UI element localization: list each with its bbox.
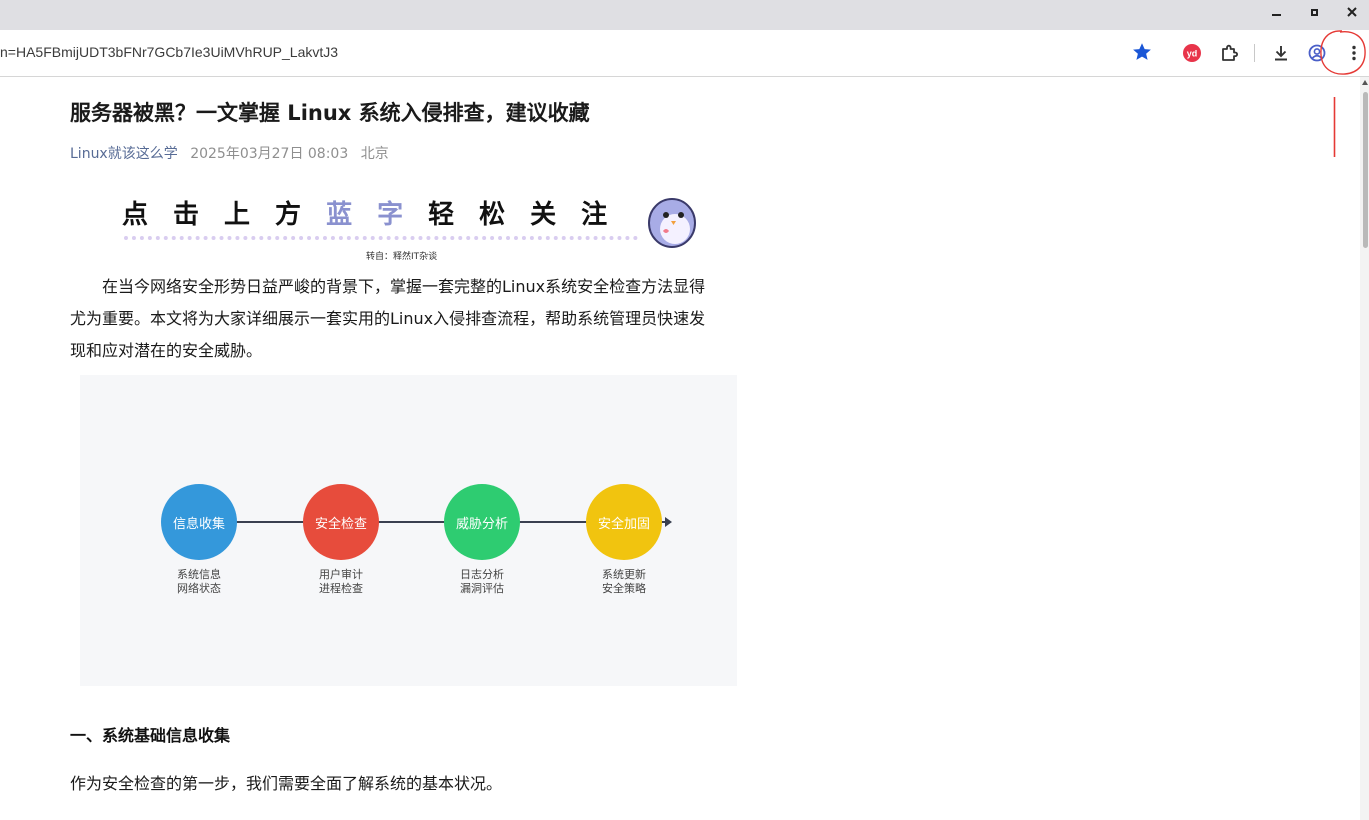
address-bar[interactable]: n=HA5FBmijUDT3bFNr7GCb7Ie3UiMVhRUP_Lakvt… bbox=[0, 35, 1166, 71]
flow-node-description: 系统信息 网络状态 bbox=[154, 568, 244, 596]
scroll-thumb[interactable] bbox=[1363, 92, 1368, 248]
intro-line: 尤为重要。本文将为大家详细展示一套实用的Linux入侵排查流程，帮助系统管理员快… bbox=[70, 309, 706, 328]
section-heading: 一、系统基础信息收集 bbox=[70, 726, 231, 745]
banner-char: 松 bbox=[479, 200, 531, 230]
url-text[interactable]: n=HA5FBmijUDT3bFNr7GCb7Ie3UiMVhRUP_Lakvt… bbox=[0, 44, 338, 60]
close-button[interactable] bbox=[1338, 2, 1366, 22]
flow-desc-line: 进程检查 bbox=[319, 582, 363, 595]
download-icon bbox=[1275, 46, 1287, 61]
flow-arrowhead bbox=[665, 517, 672, 527]
banner-char: 上 bbox=[224, 200, 276, 230]
youdao-extension-button[interactable]: yd bbox=[1181, 42, 1203, 64]
banner-char: 注 bbox=[581, 200, 633, 230]
flow-desc-line: 系统信息 bbox=[177, 568, 221, 581]
banner-char: 点 bbox=[122, 200, 174, 230]
minimize-button[interactable] bbox=[1262, 2, 1290, 22]
extension-badge-text: yd bbox=[1187, 49, 1198, 59]
flow-node-threat-analysis: 威胁分析 bbox=[444, 484, 520, 560]
downloads-button[interactable] bbox=[1270, 42, 1292, 64]
flow-node-description: 日志分析 漏洞评估 bbox=[437, 568, 527, 596]
banner-char: 方 bbox=[275, 200, 327, 230]
close-icon bbox=[1347, 7, 1357, 17]
publish-date: 2025年03月27日 08:03 bbox=[190, 146, 349, 162]
flow-desc-line: 日志分析 bbox=[460, 568, 504, 581]
flow-node-label: 威胁分析 bbox=[455, 516, 508, 532]
flow-desc-line: 用户审计 bbox=[319, 568, 363, 581]
flow-node-label: 安全加固 bbox=[597, 516, 650, 532]
flow-desc-line: 漏洞评估 bbox=[460, 582, 504, 595]
follow-banner[interactable]: 点击上方蓝字轻松关注 转自：释然IT杂谈 bbox=[122, 194, 702, 266]
browser-toolbar: n=HA5FBmijUDT3bFNr7GCb7Ie3UiMVhRUP_Lakvt… bbox=[0, 30, 1369, 77]
banner-subtitle: 转自：释然IT杂谈 bbox=[366, 252, 438, 262]
penguin-mascot-icon bbox=[648, 198, 696, 248]
banner-char: 关 bbox=[530, 200, 582, 230]
flow-desc-line: 网络状态 bbox=[177, 582, 221, 595]
flow-node-description: 系统更新 安全策略 bbox=[579, 568, 669, 596]
scroll-up-arrow-icon[interactable] bbox=[1362, 80, 1368, 85]
puzzle-icon bbox=[1222, 44, 1238, 61]
flow-desc-line: 系统更新 bbox=[602, 568, 646, 581]
intro-line: 在当今网络安全形势日益严峻的背景下，掌握一套完整的Linux系统安全检查方法显得 bbox=[102, 277, 706, 296]
title-bar bbox=[0, 0, 1369, 30]
section-paragraph: 作为安全检查的第一步，我们需要全面了解系统的基本状况。 bbox=[70, 774, 503, 793]
intro-paragraph: 在当今网络安全形势日益严峻的背景下，掌握一套完整的Linux系统安全检查方法显得… bbox=[70, 271, 742, 367]
maximize-button[interactable] bbox=[1300, 2, 1328, 22]
flow-desc-line: 安全策略 bbox=[602, 582, 646, 595]
star-icon[interactable] bbox=[1131, 41, 1153, 63]
toolbar-separator bbox=[1254, 44, 1255, 62]
flow-node-label: 安全检查 bbox=[314, 516, 367, 532]
youdao-icon: yd bbox=[1183, 44, 1201, 62]
flow-node-info-collection: 信息收集 bbox=[161, 484, 237, 560]
flow-node-security-check: 安全检查 bbox=[303, 484, 379, 560]
minimize-icon bbox=[1271, 14, 1281, 16]
flow-node-description: 用户审计 进程检查 bbox=[296, 568, 386, 596]
extensions-button[interactable] bbox=[1218, 42, 1240, 64]
banner-char-highlight: 字 bbox=[377, 200, 429, 230]
article-title: 服务器被黑？一文掌握 Linux 系统入侵排查，建议收藏 bbox=[70, 101, 590, 125]
article-meta: Linux就该这么学 2025年03月27日 08:03 北京 bbox=[70, 143, 389, 163]
flow-node-hardening: 安全加固 bbox=[586, 484, 662, 560]
banner-char-highlight: 蓝 bbox=[326, 200, 378, 230]
author-link[interactable]: Linux就该这么学 bbox=[70, 146, 178, 162]
flow-diagram-image: 信息收集 安全检查 威胁分析 安全加固 系统信息 网络状态 用户审计 进程检查 日志… bbox=[80, 375, 737, 686]
follow-banner-text: 点击上方蓝字轻松关注 bbox=[122, 194, 632, 231]
banner-divider bbox=[124, 236, 638, 240]
intro-line: 现和应对潜在的安全威胁。 bbox=[70, 341, 263, 360]
annotation-line bbox=[1333, 97, 1336, 157]
banner-char: 轻 bbox=[428, 200, 480, 230]
maximize-icon bbox=[1310, 8, 1318, 16]
flow-node-label: 信息收集 bbox=[172, 516, 225, 532]
publish-location: 北京 bbox=[360, 146, 389, 162]
annotation-circle bbox=[1320, 30, 1366, 75]
banner-char: 击 bbox=[173, 200, 225, 230]
